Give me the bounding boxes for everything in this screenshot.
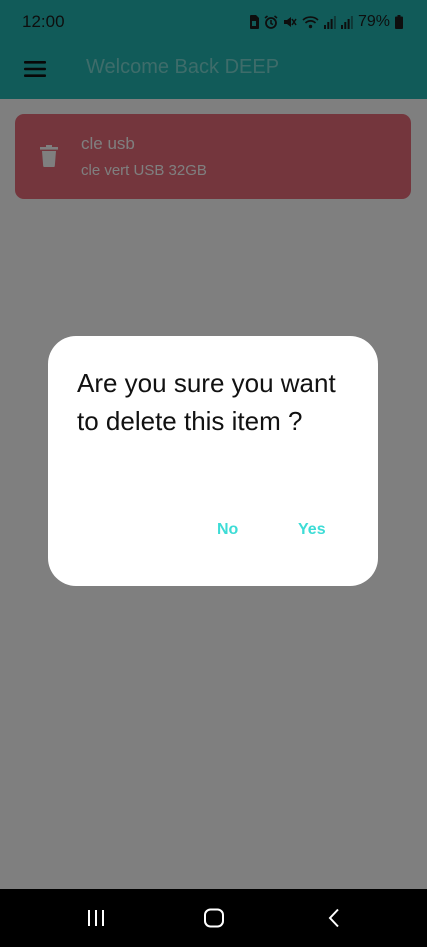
confirm-delete-dialog: Are you sure you want to delete this ite… xyxy=(48,336,378,586)
dialog-message: Are you sure you want to delete this ite… xyxy=(77,368,336,436)
screen: 12:00 xyxy=(0,0,427,947)
yes-button[interactable]: Yes xyxy=(288,514,336,546)
no-button[interactable]: No xyxy=(207,514,248,546)
recent-apps-icon[interactable] xyxy=(76,903,116,933)
navigation-bar xyxy=(0,889,427,947)
home-icon[interactable] xyxy=(194,903,234,933)
back-icon[interactable] xyxy=(314,903,354,933)
